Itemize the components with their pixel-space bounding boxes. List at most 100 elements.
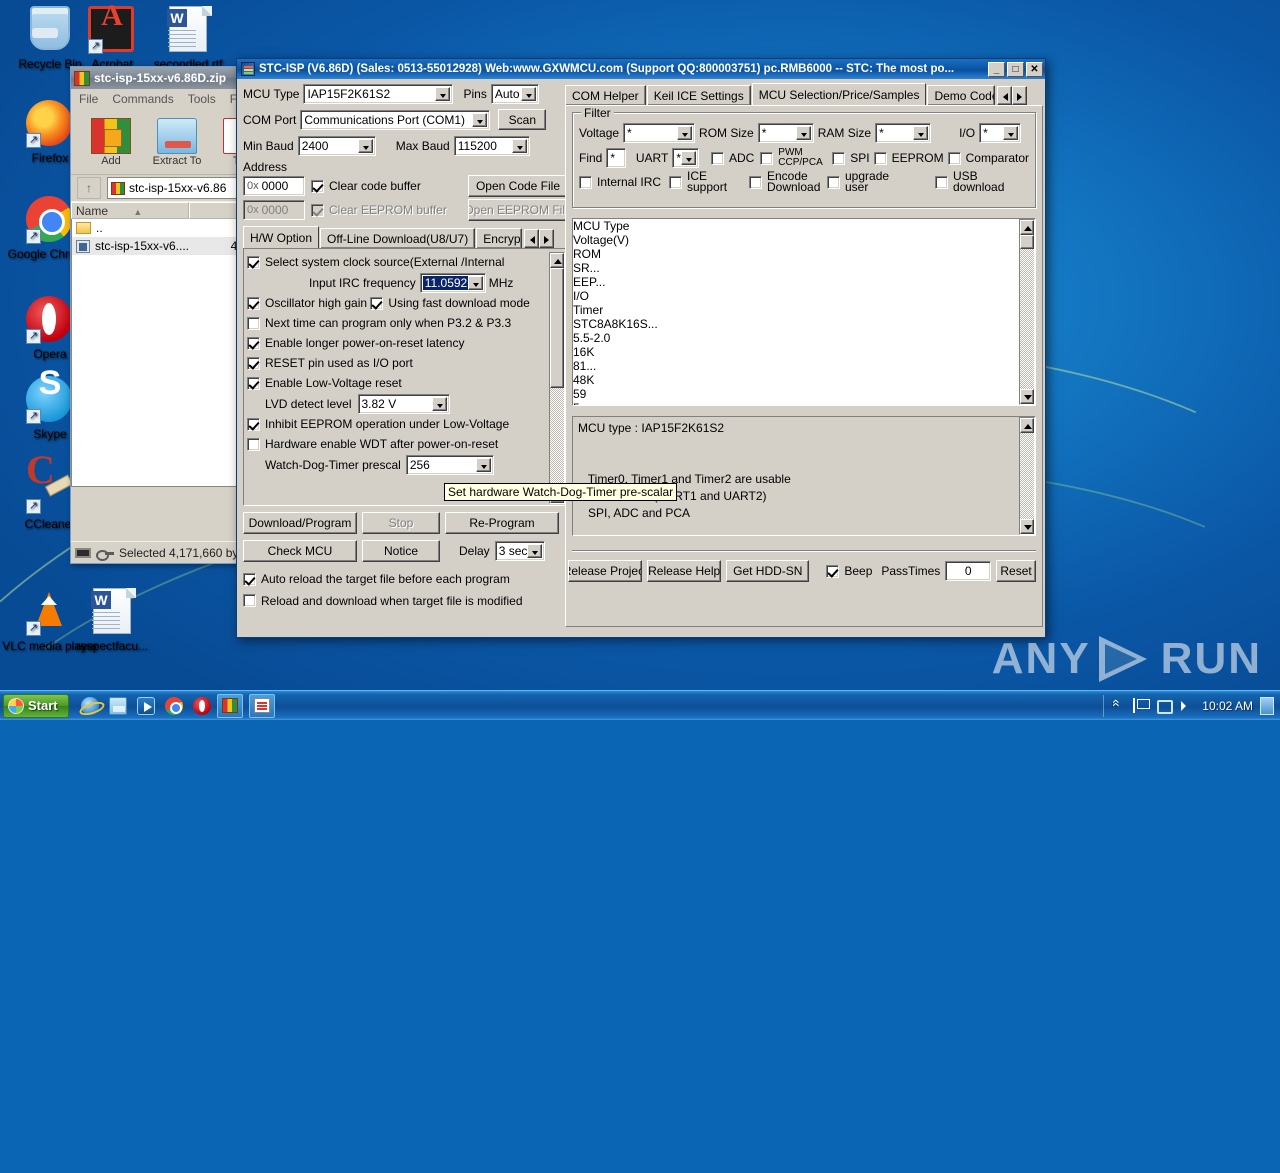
filter-pwm-ccp-pca-checkbox[interactable]: PWM CCP/PCA [760, 148, 823, 168]
winrar-window[interactable]: stc-isp-15xx-v6.86D.zip File Commands To… [70, 66, 260, 564]
mcu-info-box[interactable]: MCU type : IAP15F2K61S2 Timer0, Timer1 a… [572, 416, 1036, 536]
window-buttons[interactable]: _ □ ✕ [988, 61, 1043, 77]
filter-spi-checkbox[interactable]: SPI [832, 151, 870, 165]
chevron-down-icon[interactable] [795, 126, 811, 140]
column-header-rom[interactable]: ROM [573, 247, 635, 261]
scroll-up-icon[interactable] [1020, 418, 1034, 433]
scrollbar-track[interactable] [1020, 433, 1034, 519]
chevron-down-icon[interactable] [357, 138, 373, 153]
release-project-button[interactable]: Release Project [568, 560, 643, 582]
mcu-table-body[interactable]: STC8A8K16S... 5.5-2.0 16K 81... 48K 59 5 [573, 317, 1019, 405]
min-baud-select[interactable]: 2400 [297, 135, 376, 156]
download-program-button[interactable]: Download/Program [243, 512, 357, 534]
filter-ice-support-checkbox[interactable]: ICE support [669, 170, 745, 193]
right-tabstrip[interactable]: COM Helper Keil ICE Settings MCU Selecti… [565, 83, 1043, 105]
column-header-sram[interactable]: SR... [573, 261, 621, 275]
option-enable-low-voltage-reset[interactable]: Enable Low-Voltage reset [247, 373, 402, 393]
hw-options-scrollbar[interactable] [549, 252, 565, 504]
chevron-down-icon[interactable] [526, 544, 542, 558]
option-fast-download-mode[interactable]: Using fast download mode [370, 293, 530, 313]
desktop-icon-respectfacu[interactable]: respectfacu... [64, 588, 160, 652]
chrome-icon[interactable] [164, 696, 183, 715]
column-header-name[interactable]: Name ▲ [71, 202, 189, 219]
scrollbar-thumb[interactable] [1020, 235, 1034, 249]
tab-offline-download[interactable]: Off-Line Download(U8/U7) [320, 228, 476, 248]
windows-media-player-icon[interactable] [136, 696, 155, 715]
list-item[interactable]: stc-isp-15xx-v6.... 4,17 [72, 237, 258, 255]
network-icon[interactable] [1156, 698, 1174, 714]
explorer-icon[interactable] [108, 696, 127, 715]
filter-upgrade-user-checkbox[interactable]: upgrade user [827, 170, 905, 193]
lvd-level-select[interactable]: 3.82 V [357, 393, 450, 414]
option-inhibit-eeprom-low-voltage[interactable]: Inhibit EEPROM operation under Low-Volta… [247, 414, 509, 434]
start-button[interactable]: Start [3, 693, 69, 718]
maximize-button[interactable]: □ [1007, 61, 1024, 77]
find-input[interactable]: * [606, 148, 626, 168]
mcu-table[interactable]: MCU Type Voltage(V) ROM SR... EEP... I/O… [573, 219, 1019, 405]
volume-icon[interactable] [1179, 698, 1195, 713]
irc-frequency-select[interactable]: 11.0592 [419, 272, 486, 293]
winrar-toolbar[interactable]: Add Extract To Test [71, 109, 259, 175]
internet-explorer-icon[interactable] [80, 696, 99, 715]
tab-com-helper[interactable]: COM Helper [565, 85, 646, 105]
mcu-type-select[interactable]: IAP15F2K61S2 [303, 84, 454, 104]
tab-hw-option[interactable]: H/W Option [243, 226, 320, 248]
filter-internal-irc-checkbox[interactable]: Internal IRC [579, 175, 665, 189]
chevron-down-icon[interactable] [467, 275, 483, 290]
action-center-flag-icon[interactable] [1133, 698, 1151, 713]
chevron-down-icon[interactable] [475, 457, 491, 472]
column-header-io[interactable]: I/O [573, 289, 609, 303]
chevron-down-icon[interactable] [472, 112, 488, 127]
scrollbar-thumb[interactable] [550, 268, 564, 388]
filter-encode-download-checkbox[interactable]: Encode Download [749, 170, 823, 193]
ram-size-select[interactable]: * [875, 123, 932, 143]
minimize-button[interactable]: _ [988, 61, 1005, 77]
tab-encrypt[interactable]: Encryp [476, 228, 523, 248]
mcu-table-vscrollbar[interactable] [1019, 219, 1035, 405]
code-address-input[interactable]: 0x 0000 [243, 176, 305, 196]
clear-code-buffer-checkbox[interactable]: Clear code buffer [311, 179, 421, 193]
rom-size-select[interactable]: * [757, 123, 814, 143]
tab-mcu-selection-price-samples[interactable]: MCU Selection/Price/Samples [751, 83, 927, 105]
option-next-time-program-p32-p33[interactable]: Next time can program only when P3.2 & P… [247, 313, 511, 333]
archive-path-field[interactable]: stc-isp-15xx-v6.86 [107, 177, 253, 199]
option-oscillator-high-gain[interactable]: Oscillator high gain [247, 293, 367, 313]
delay-select[interactable]: 3 sec [494, 541, 545, 561]
filter-comparator-checkbox[interactable]: Comparator [947, 151, 1029, 165]
show-desktop-button[interactable] [1260, 696, 1274, 715]
chevron-down-icon[interactable] [677, 126, 693, 140]
scroll-down-icon[interactable] [1020, 389, 1034, 404]
pins-select[interactable]: Auto [490, 84, 539, 104]
chevron-down-icon[interactable] [913, 126, 929, 140]
chevron-down-icon[interactable] [435, 87, 451, 101]
reload-on-modify-checkbox[interactable]: Reload and download when target file is … [243, 592, 523, 610]
notice-button[interactable]: Notice [362, 540, 440, 562]
column-header-eeprom[interactable]: EEP... [573, 275, 631, 289]
stc-isp-window[interactable]: STC-ISP (V6.86D) (Sales: 0513-55012928) … [236, 58, 1046, 638]
scan-button[interactable]: Scan [498, 109, 547, 130]
tab-scroll-left-button[interactable] [997, 86, 1013, 105]
menu-item-file[interactable]: File [79, 92, 98, 106]
option-hardware-enable-wdt[interactable]: Hardware enable WDT after power-on-reset [247, 434, 498, 454]
file-list[interactable]: .. stc-isp-15xx-v6.... 4,17 [71, 219, 259, 487]
scrollbar-track[interactable] [1020, 249, 1034, 389]
re-program-button[interactable]: Re-Program [445, 512, 559, 534]
clock[interactable]: 10:02 AM [1202, 699, 1253, 713]
chevron-down-icon[interactable] [511, 138, 527, 153]
filter-adc-checkbox[interactable]: ADC [710, 151, 754, 165]
menu-item-tools[interactable]: Tools [188, 92, 216, 106]
winrar-menubar[interactable]: File Commands Tools Favorit [71, 89, 259, 109]
mcu-table-header[interactable]: MCU Type Voltage(V) ROM SR... EEP... I/O… [573, 219, 1019, 317]
opera-icon[interactable] [192, 696, 211, 715]
scrollbar-track[interactable] [550, 388, 564, 488]
get-hdd-sn-button[interactable]: Get HDD-SN [726, 560, 810, 582]
quick-launch-bar[interactable] [80, 696, 211, 715]
chevron-down-icon[interactable] [520, 87, 536, 101]
check-mcu-button[interactable]: Check MCU [243, 540, 357, 562]
info-box-scrollbar[interactable] [1019, 417, 1035, 535]
chevron-down-icon[interactable] [431, 396, 447, 411]
reset-button[interactable]: Reset [996, 560, 1036, 582]
list-item[interactable]: .. [72, 219, 258, 237]
desktop-icon-secondled-rtf[interactable]: secondled.rtf [140, 6, 236, 70]
mcu-table-container[interactable]: MCU Type Voltage(V) ROM SR... EEP... I/O… [572, 218, 1036, 406]
